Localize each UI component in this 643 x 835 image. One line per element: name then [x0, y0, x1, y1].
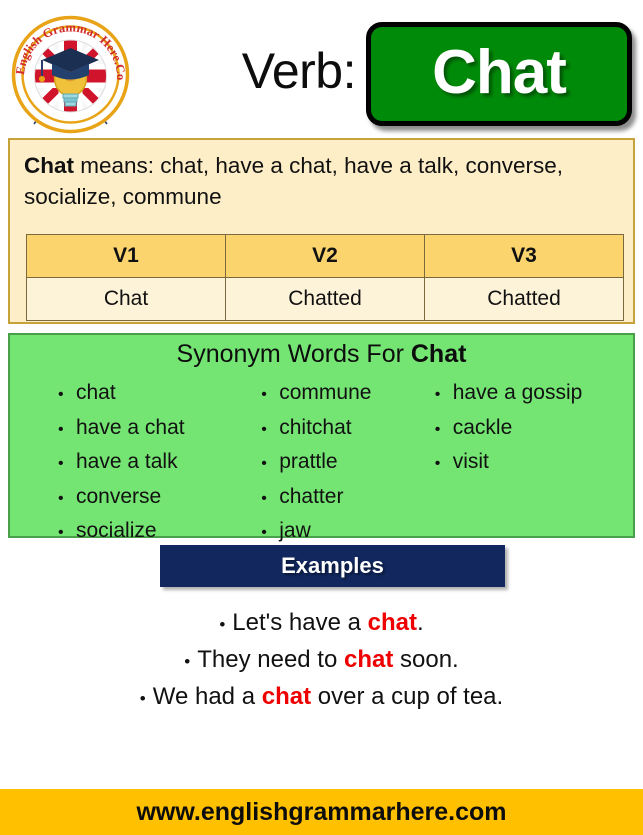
list-item: • prattle: [261, 446, 434, 481]
list-item: • chatter: [261, 481, 434, 516]
cell-v3: Chatted: [424, 277, 624, 321]
verb-value-text: Chat: [432, 37, 567, 107]
example-pre: Let's have a: [232, 609, 368, 636]
bullet-icon: •: [261, 386, 267, 403]
example-item: • Let's have a chat.: [0, 605, 643, 642]
bullet-icon: •: [219, 615, 226, 634]
meaning-text: Chat means: chat, have a chat, have a ta…: [24, 150, 624, 212]
column-header-v1: V1: [26, 234, 226, 278]
synonym-label: prattle: [279, 450, 338, 473]
example-pre: We had a: [152, 683, 262, 710]
bullet-icon: •: [261, 455, 267, 472]
list-item: • have a chat: [58, 412, 261, 447]
example-highlight: chat: [261, 683, 312, 710]
list-item: • converse: [58, 481, 261, 516]
example-item: • We had a chat over a cup of tea.: [0, 679, 643, 716]
verb-value-chip: Chat: [366, 22, 632, 126]
synonyms-column-3: • have a gossip • cackle • visit: [435, 377, 633, 550]
verb-label: Verb:: [241, 43, 357, 99]
list-item: • chat: [58, 377, 261, 412]
synonym-label: chatter: [279, 484, 344, 508]
list-item: • have a gossip: [435, 377, 633, 412]
example-post: .: [416, 609, 424, 636]
synonym-label: cackle: [452, 415, 513, 439]
list-item: • chitchat: [261, 412, 434, 447]
footer-bar: www.englishgrammarhere.com: [0, 789, 643, 835]
bullet-icon: •: [139, 689, 146, 708]
column-header-v3: V3: [424, 234, 624, 278]
meaning-means-label: means:: [74, 153, 161, 178]
logo-badge-icon: English Grammar Here.Com: [8, 12, 130, 134]
synonym-label: converse: [76, 484, 162, 508]
bullet-icon: •: [434, 455, 441, 472]
synonym-label: have a talk: [76, 450, 178, 473]
synonym-label: chitchat: [279, 415, 352, 439]
examples-banner: Examples: [160, 545, 505, 587]
synonyms-title-word: Chat: [410, 340, 467, 368]
synonyms-column-2: • commune • chitchat • prattle • chatter • ja…: [261, 377, 434, 550]
site-logo: English Grammar Here.Com: [8, 12, 133, 137]
examples-list: • Let's have a chat. • They need to chat s…: [0, 605, 643, 716]
synonym-label: socialize: [76, 519, 157, 542]
footer-url[interactable]: www.englishgrammarhere.com: [0, 789, 643, 835]
bullet-icon: •: [58, 455, 64, 472]
list-item: • have a talk: [58, 446, 261, 481]
example-highlight: chat: [343, 646, 394, 673]
table-header-row: V1 V2 V3: [26, 234, 624, 278]
cell-v1: Chat: [26, 277, 226, 321]
example-highlight: chat: [367, 609, 417, 636]
example-item: • They need to chat soon.: [0, 642, 643, 679]
synonyms-columns: • chat • have a chat • have a talk • convers…: [10, 377, 633, 550]
synonym-label: visit: [452, 450, 489, 473]
table-row: Chat Chatted Chatted: [26, 277, 624, 321]
synonym-label: jaw: [279, 519, 311, 542]
bullet-icon: •: [434, 420, 441, 438]
bullet-icon: •: [58, 420, 64, 438]
bullet-icon: •: [261, 489, 267, 507]
synonyms-title: Synonym Words For Chat: [10, 340, 633, 369]
bullet-icon: •: [261, 420, 267, 438]
example-post: soon.: [393, 646, 459, 673]
synonyms-panel: Synonym Words For Chat • chat • have a cha…: [8, 333, 635, 542]
bullet-icon: •: [58, 489, 64, 507]
column-header-v2: V2: [225, 234, 425, 278]
verb-forms-table: V1 V2 V3 Chat Chatted Chatted: [26, 234, 624, 321]
bullet-icon: •: [58, 524, 64, 541]
list-item: • visit: [435, 446, 633, 481]
list-item: • cackle: [435, 412, 633, 447]
list-item: • commune: [261, 377, 434, 412]
examples-banner-label: Examples: [281, 553, 384, 578]
synonym-label: commune: [279, 381, 372, 404]
bullet-icon: •: [184, 652, 191, 671]
meaning-panel: Chat means: chat, have a chat, have a ta…: [8, 138, 635, 324]
cell-v2: Chatted: [225, 277, 425, 321]
synonym-label: have a chat: [76, 415, 185, 439]
page-header: English Grammar Here.Com Verb: Chat: [0, 0, 643, 138]
bullet-icon: •: [58, 386, 64, 403]
example-pre: They need to: [197, 646, 344, 673]
example-post: over a cup of tea.: [311, 683, 504, 710]
synonym-label: chat: [76, 381, 116, 404]
synonyms-title-prefix: Synonym Words For: [176, 340, 411, 368]
bullet-icon: •: [434, 386, 441, 403]
meaning-word: Chat: [24, 153, 74, 178]
synonym-label: have a gossip: [452, 381, 583, 404]
synonyms-column-1: • chat • have a chat • have a talk • convers…: [10, 377, 261, 550]
